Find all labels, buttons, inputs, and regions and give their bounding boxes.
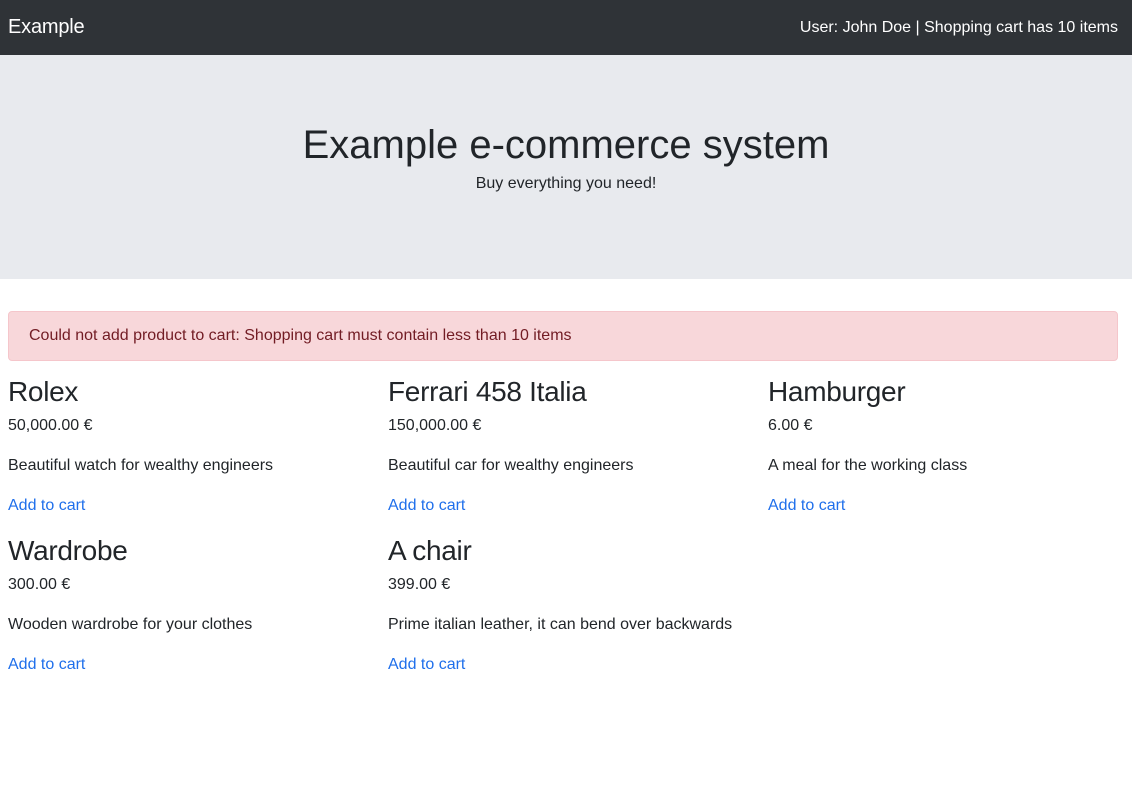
add-to-cart-link[interactable]: Add to cart bbox=[8, 655, 85, 675]
navbar: Example User: John Doe | Shopping cart h… bbox=[0, 0, 1132, 55]
error-alert: Could not add product to cart: Shopping … bbox=[8, 311, 1118, 361]
product-name: Hamburger bbox=[768, 376, 906, 407]
product-name: Wardrobe bbox=[8, 535, 128, 566]
page-subtitle: Buy everything you need! bbox=[475, 175, 657, 192]
product-name: A chair bbox=[388, 535, 472, 566]
add-to-cart-link[interactable]: Add to cart bbox=[388, 655, 465, 675]
error-alert-message: Could not add product to cart: Shopping … bbox=[29, 327, 572, 344]
product-price: 150,000.00 € bbox=[388, 417, 482, 434]
product-price: 300.00 € bbox=[8, 576, 71, 593]
product-price: 6.00 € bbox=[768, 417, 813, 434]
main-content: Could not add product to cart: Shopping … bbox=[0, 279, 1132, 675]
product-name: Rolex bbox=[8, 376, 79, 407]
product-price: 50,000.00 € bbox=[8, 417, 93, 434]
hero: Example e-commerce system Buy everything… bbox=[0, 55, 1132, 279]
product-description: Beautiful car for wealthy engineers bbox=[388, 457, 634, 474]
product-card-hamburger: Hamburger 6.00 € A meal for the working … bbox=[768, 375, 1118, 516]
user-cart-status: User: John Doe | Shopping cart has 10 it… bbox=[799, 18, 1118, 36]
product-description: A meal for the working class bbox=[768, 457, 968, 474]
product-card-rolex: Rolex 50,000.00 € Beautiful watch for we… bbox=[8, 375, 388, 516]
product-description: Wooden wardrobe for your clothes bbox=[8, 616, 253, 633]
page-title: Example e-commerce system bbox=[302, 123, 830, 167]
add-to-cart-link[interactable]: Add to cart bbox=[388, 496, 465, 516]
product-description: Beautiful watch for wealthy engineers bbox=[8, 457, 274, 474]
product-price: 399.00 € bbox=[388, 576, 451, 593]
product-name: Ferrari 458 Italia bbox=[388, 376, 587, 407]
product-description: Prime italian leather, it can bend over … bbox=[388, 616, 733, 633]
product-card-chair: A chair 399.00 € Prime italian leather, … bbox=[388, 534, 768, 675]
brand-link[interactable]: Example bbox=[8, 16, 85, 39]
add-to-cart-link[interactable]: Add to cart bbox=[768, 496, 845, 516]
product-grid: Rolex 50,000.00 € Beautiful watch for we… bbox=[8, 375, 1118, 675]
product-card-wardrobe: Wardrobe 300.00 € Wooden wardrobe for yo… bbox=[8, 534, 388, 675]
product-card-ferrari: Ferrari 458 Italia 150,000.00 € Beautifu… bbox=[388, 375, 768, 516]
add-to-cart-link[interactable]: Add to cart bbox=[8, 496, 85, 516]
